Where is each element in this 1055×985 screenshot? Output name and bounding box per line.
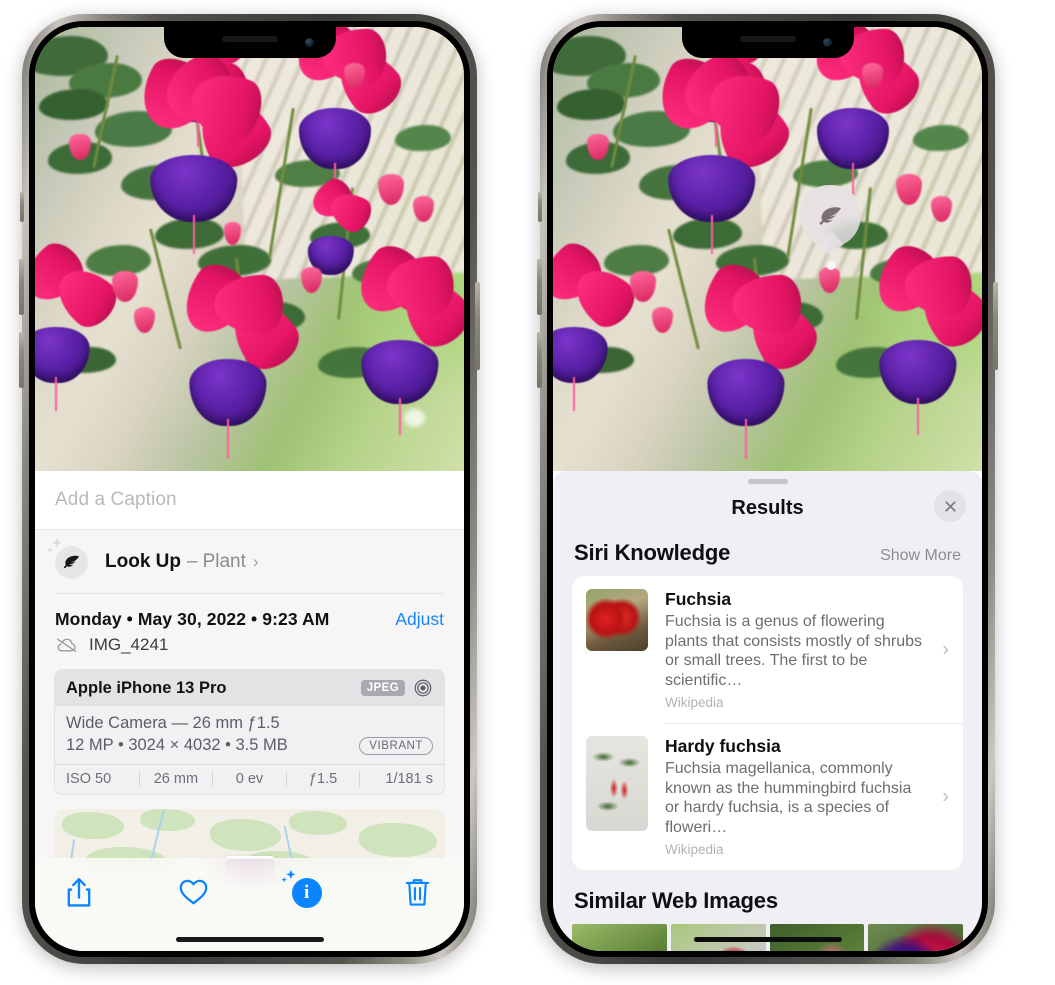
visual-look-up-leaf-badge[interactable] <box>800 185 861 270</box>
earpiece-speaker <box>739 36 796 42</box>
siri-knowledge-header: Siri Knowledge Show More <box>553 532 982 576</box>
close-icon <box>944 500 956 512</box>
iphone-left-device: Add a Caption Look Up – Plant › Monday •… <box>19 14 480 964</box>
chevron-right-icon: › <box>942 785 949 807</box>
iphone-right-device: Results Siri Knowledge Show More Fuchsia… <box>537 14 998 964</box>
screenshot-stage: Add a Caption Look Up – Plant › Monday •… <box>0 0 1055 985</box>
knowledge-row[interactable]: Fuchsia Fuchsia is a genus of flowering … <box>572 576 963 723</box>
file-name: IMG_4241 <box>89 635 169 654</box>
knowledge-description: Fuchsia magellanica, commonly known as t… <box>665 760 912 836</box>
knowledge-title: Fuchsia <box>665 589 732 609</box>
delete-button[interactable] <box>402 876 436 910</box>
photo-datetime: Monday • May 30, 2022 • 9:23 AM <box>55 609 330 629</box>
lens-info: Wide Camera — 26 mm ƒ1.5 <box>66 714 280 732</box>
file-row: IMG_4241 <box>35 630 464 655</box>
adjust-button[interactable]: Adjust <box>395 609 444 630</box>
device-bezel: Results Siri Knowledge Show More Fuchsia… <box>547 21 988 957</box>
leaf-badge-dot <box>826 261 835 270</box>
sparkles-icon <box>279 868 298 887</box>
share-button[interactable] <box>63 876 97 910</box>
camera-card-header: Apple iPhone 13 Pro JPEG <box>55 670 444 706</box>
look-up-dash: – <box>187 551 198 572</box>
results-header: Results <box>553 484 982 532</box>
left-screen: Add a Caption Look Up – Plant › Monday •… <box>35 27 464 951</box>
favorite-button[interactable] <box>177 876 211 910</box>
sparkles-icon <box>45 536 67 558</box>
cloud-slash-icon <box>55 636 79 654</box>
device-bezel: Add a Caption Look Up – Plant › Monday •… <box>29 21 470 957</box>
results-title: Results <box>731 496 804 519</box>
photo-viewer[interactable] <box>35 27 464 471</box>
knowledge-description: Fuchsia is a genus of flowering plants t… <box>665 613 922 689</box>
camera-info-card[interactable]: Apple iPhone 13 Pro JPEG Wide Camera — 2… <box>54 669 445 795</box>
notch <box>681 27 854 58</box>
info-button-label: i <box>304 882 310 903</box>
notch <box>163 27 336 58</box>
knowledge-row[interactable]: Hardy fuchsia Fuchsia magellanica, commo… <box>572 723 963 870</box>
exif-iso: ISO 50 <box>66 771 112 787</box>
caption-row[interactable]: Add a Caption <box>35 471 464 530</box>
date-row: Monday • May 30, 2022 • 9:23 AM Adjust <box>35 594 464 630</box>
chevron-right-icon: › <box>252 552 259 571</box>
volume-down-button[interactable] <box>537 332 542 388</box>
look-up-label: Look Up <box>105 551 181 572</box>
earpiece-speaker <box>221 36 278 42</box>
format-badge: JPEG <box>360 680 405 696</box>
front-camera <box>304 38 314 47</box>
mute-switch[interactable] <box>20 192 24 222</box>
exif-row: ISO 50 26 mm 0 ev ƒ1.5 1/181 s <box>55 764 444 794</box>
web-image-1[interactable] <box>572 924 667 951</box>
chevron-right-icon: › <box>942 638 949 660</box>
home-indicator[interactable] <box>175 937 324 942</box>
camera-model: Apple iPhone 13 Pro <box>66 678 227 697</box>
knowledge-source: Wikipedia <box>665 842 724 857</box>
caption-input[interactable]: Add a Caption <box>55 489 177 511</box>
camera-card-body: Wide Camera — 26 mm ƒ1.5 12 MP • 3024 × … <box>55 706 444 764</box>
similar-web-images-title: Similar Web Images <box>574 888 778 913</box>
knowledge-source: Wikipedia <box>665 695 724 710</box>
home-indicator[interactable] <box>693 937 842 942</box>
photo-toolbar: i <box>35 858 464 951</box>
photo-viewer[interactable] <box>553 27 982 471</box>
web-image-4[interactable] <box>868 924 963 951</box>
photo-image <box>553 27 982 471</box>
exif-focal-length: 26 mm <box>153 771 199 787</box>
results-sheet: Results Siri Knowledge Show More Fuchsia… <box>553 471 982 951</box>
volume-up-button[interactable] <box>537 259 542 315</box>
knowledge-thumbnail <box>586 736 648 831</box>
volume-up-button[interactable] <box>19 259 24 315</box>
look-up-subject: Plant <box>202 551 246 572</box>
exif-aperture: ƒ1.5 <box>308 771 338 787</box>
exif-exposure-bias: 0 ev <box>235 771 264 787</box>
right-screen: Results Siri Knowledge Show More Fuchsia… <box>553 27 982 951</box>
show-more-button[interactable]: Show More <box>880 547 961 565</box>
knowledge-title: Hardy fuchsia <box>665 736 781 756</box>
leaf-icon <box>819 206 841 225</box>
power-button[interactable] <box>993 282 998 370</box>
power-button[interactable] <box>475 282 480 370</box>
leaf-chip <box>47 537 88 579</box>
close-button[interactable] <box>934 490 966 522</box>
knowledge-thumbnail <box>586 589 648 651</box>
info-button[interactable]: i <box>281 869 322 908</box>
siri-knowledge-title: Siri Knowledge <box>574 540 731 565</box>
photo-info-sheet: Add a Caption Look Up – Plant › Monday •… <box>35 471 464 951</box>
similar-web-images-header: Similar Web Images <box>553 870 982 920</box>
volume-down-button[interactable] <box>19 332 24 388</box>
exif-shutter-speed: 1/181 s <box>385 771 433 787</box>
knowledge-text: Fuchsia Fuchsia is a genus of flowering … <box>665 589 951 710</box>
mute-switch[interactable] <box>538 192 542 222</box>
look-up-row[interactable]: Look Up – Plant › <box>35 530 464 594</box>
siri-knowledge-card: Fuchsia Fuchsia is a genus of flowering … <box>572 576 963 870</box>
photographic-style-badge: VIBRANT <box>359 737 433 755</box>
front-camera <box>822 38 832 47</box>
aperture-icon[interactable] <box>413 678 433 698</box>
knowledge-text: Hardy fuchsia Fuchsia magellanica, commo… <box>665 736 951 857</box>
photo-image <box>35 27 464 471</box>
